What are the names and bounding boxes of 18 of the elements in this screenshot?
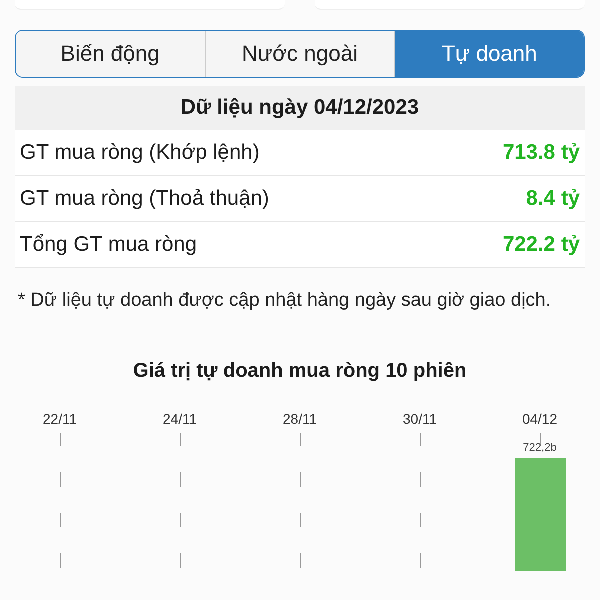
tab[interactable]: Tự doanh <box>394 31 584 77</box>
tab[interactable]: Biến động <box>16 31 205 77</box>
note-text: * Dữ liệu tự doanh được cập nhật hàng ngày sau giờ giao dịch. <box>18 289 552 313</box>
date-label: 22/11 <box>43 411 77 427</box>
date-label: 30/11 <box>403 411 437 427</box>
bar-value-label: 722,2b <box>523 442 557 454</box>
row-value: 722.2 tỷ <box>502 232 580 256</box>
row-value: 8.4 tỷ <box>526 186 580 210</box>
tab[interactable]: Nước ngoài <box>204 31 394 77</box>
chart-title: Giá trị tự doanh mua ròng 10 phiên <box>132 360 468 383</box>
row-label: Tổng GT mua ròng <box>20 232 198 256</box>
row-label: GT mua ròng (Khớp lệnh) <box>20 140 260 164</box>
date-label: 04/12 <box>522 411 558 427</box>
row-label: GT mua ròng (Thoả thuận) <box>20 186 270 210</box>
date-label: 28/11 <box>283 411 317 427</box>
date-label: 24/11 <box>163 411 197 427</box>
row-value: 713.8 tỷ <box>502 140 580 164</box>
table-title: Dữ liệu ngày 04/12/2023 <box>15 86 585 130</box>
